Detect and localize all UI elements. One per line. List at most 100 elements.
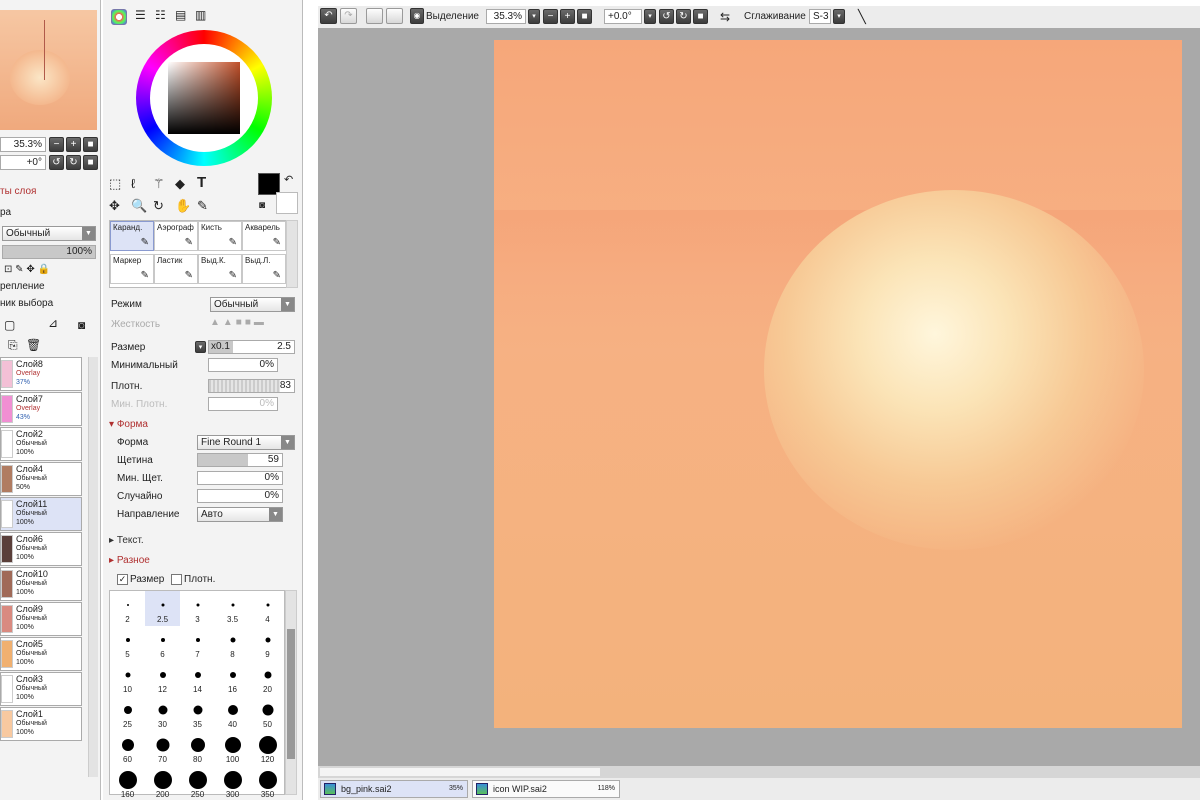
min-bristle-slider[interactable]: 0% <box>197 471 283 485</box>
smoothing-field[interactable]: S-3 <box>809 9 831 24</box>
hsv-sliders-icon[interactable]: ☷ <box>155 8 166 22</box>
document-tab[interactable]: bg_pink.sai2 35% <box>320 780 468 798</box>
color-sv-square[interactable] <box>168 62 240 134</box>
brush-size-cell[interactable]: 80 <box>180 731 215 766</box>
rect-select-icon[interactable]: ⬚ <box>109 176 121 192</box>
min-density-slider[interactable]: 0% <box>208 397 278 411</box>
brush-size-cell[interactable]: 3.5 <box>215 591 250 626</box>
layer-blend-dropdown[interactable]: Обычный ▼ <box>2 226 96 241</box>
invert-selection-button[interactable] <box>386 8 403 24</box>
rotate-view-icon[interactable]: ↻ <box>153 198 164 214</box>
brush-size-cell[interactable]: 70 <box>145 731 180 766</box>
rgb-sliders-icon[interactable]: ☰ <box>135 8 146 22</box>
brush-size-cell[interactable]: 50 <box>250 696 285 731</box>
form-dropdown[interactable]: Fine Round 1 ▼ <box>197 435 295 450</box>
layer-opacity-slider[interactable]: 100% <box>2 245 96 259</box>
size-slider[interactable]: x0.1 2.5 <box>208 340 295 354</box>
rotate-reset-button[interactable]: ■ <box>83 155 98 170</box>
toolbar-zoom-field[interactable]: 35.3% <box>486 9 526 24</box>
brush-tool-button[interactable]: Выд.К. ✎ <box>198 254 242 284</box>
document-tab[interactable]: icon WIP.sai2 118% <box>472 780 620 798</box>
bristle-slider[interactable]: 59 <box>197 453 283 467</box>
brush-size-cell[interactable]: 60 <box>110 731 145 766</box>
canvas-area[interactable] <box>318 28 1200 778</box>
toolbar-zoom-in-button[interactable]: + <box>560 9 575 24</box>
transparent-color-icon[interactable]: ◙ <box>259 200 265 211</box>
zoom-icon[interactable]: 🔍 <box>131 198 147 214</box>
brush-size-cell[interactable]: 300 <box>215 766 250 800</box>
layer-row[interactable]: Слой7 Overlay 43% <box>0 392 82 426</box>
layer-row[interactable]: Слой5 Обычный 100% <box>0 637 82 671</box>
brush-size-cell[interactable]: 5 <box>110 626 145 661</box>
toolbar-rotate-reset-button[interactable]: ■ <box>693 9 708 24</box>
brush-size-cell[interactable]: 2 <box>110 591 145 626</box>
navigator-angle-field[interactable]: +0° <box>0 155 46 170</box>
brush-tool-button[interactable]: Маркер ✎ <box>110 254 154 284</box>
swap-colors-icon[interactable]: ↶ <box>284 173 293 186</box>
deselect-button[interactable] <box>366 8 383 24</box>
layer-copy-icon[interactable]: ⎘ <box>8 338 18 353</box>
direction-dropdown[interactable]: Авто ▼ <box>197 507 283 522</box>
layer-folder-icon[interactable]: ⊿ <box>48 316 58 330</box>
form-section-header[interactable]: ▾ Форма <box>109 419 148 430</box>
zoom-reset-button[interactable]: ■ <box>83 137 98 152</box>
brush-tool-button[interactable]: Каранд. ✎ <box>110 221 154 251</box>
trash-icon[interactable]: 🗑 <box>26 338 41 352</box>
brush-size-cell[interactable]: 35 <box>180 696 215 731</box>
brush-tool-button[interactable]: Выд.Л. ✎ <box>242 254 286 284</box>
texture-section-header[interactable]: ▸ Текст. <box>109 535 144 546</box>
brush-size-cell[interactable]: 40 <box>215 696 250 731</box>
zoom-in-button[interactable]: + <box>66 137 81 152</box>
size-checkbox[interactable]: ✓ Размер <box>117 574 164 585</box>
brush-size-cell[interactable]: 25 <box>110 696 145 731</box>
layer-row[interactable]: Слой11 Обычный 100% <box>0 497 82 531</box>
selection-visibility-icon[interactable]: ◉ <box>410 8 424 24</box>
redo-button[interactable]: ↷ <box>340 8 357 24</box>
misc-section-header[interactable]: ▸ Разное <box>109 555 150 566</box>
smoothing-dropdown-arrow[interactable]: ▾ <box>833 9 845 24</box>
canvas-artwork[interactable] <box>494 40 1182 728</box>
brush-size-cell[interactable]: 9 <box>250 626 285 661</box>
toolbar-zoom-reset-button[interactable]: ■ <box>577 9 592 24</box>
mode-dropdown[interactable]: Обычный ▼ <box>210 297 295 312</box>
angle-dropdown-arrow[interactable]: ▾ <box>644 9 656 24</box>
rotate-right-button[interactable]: ↻ <box>66 155 81 170</box>
brush-tool-button[interactable]: Аэрограф ✎ <box>154 221 198 251</box>
scratchpad-icon[interactable]: ▥ <box>195 8 206 22</box>
navigator-zoom-field[interactable]: 35.3% <box>0 137 46 152</box>
secondary-color-swatch[interactable] <box>276 192 298 214</box>
density-slider[interactable]: 83 <box>208 379 295 393</box>
layer-row[interactable]: Слой1 Обычный 100% <box>0 707 82 741</box>
swatches-icon[interactable]: ▤ <box>175 8 186 22</box>
brush-size-cell[interactable]: 350 <box>250 766 285 800</box>
brush-size-cell[interactable]: 250 <box>180 766 215 800</box>
canvas-horizontal-scrollbar[interactable] <box>318 766 1200 778</box>
brush-tool-button[interactable]: Кисть ✎ <box>198 221 242 251</box>
eyedropper-icon[interactable]: ✎ <box>197 198 208 214</box>
brush-size-cell[interactable]: 7 <box>180 626 215 661</box>
brush-size-cell[interactable]: 30 <box>145 696 180 731</box>
brush-grid-scrollbar[interactable] <box>286 220 298 288</box>
brush-size-cell[interactable]: 4 <box>250 591 285 626</box>
layer-row[interactable]: Слой6 Обычный 100% <box>0 532 82 566</box>
zoom-dropdown-arrow[interactable]: ▾ <box>528 9 540 24</box>
brush-size-cell[interactable]: 2.5 <box>145 591 180 626</box>
brush-size-cell[interactable]: 6 <box>145 626 180 661</box>
toolbar-angle-field[interactable]: +0.0° <box>604 9 642 24</box>
layer-lock-icons[interactable]: ⊡ ✎ ✥ 🔒 <box>4 264 50 275</box>
shape-icon[interactable]: ◆ <box>175 176 185 192</box>
brush-size-cell[interactable]: 16 <box>215 661 250 696</box>
rotate-left-button[interactable]: ↺ <box>49 155 64 170</box>
layer-mask-icon[interactable]: ◙ <box>78 318 85 332</box>
text-tool-icon[interactable]: T <box>197 174 206 191</box>
brush-tool-button[interactable]: Акварель ✎ <box>242 221 286 251</box>
layer-row[interactable]: Слой3 Обычный 100% <box>0 672 82 706</box>
brush-size-cell[interactable]: 200 <box>145 766 180 800</box>
flip-horizontal-icon[interactable]: ⇆ <box>720 10 730 24</box>
size-mult-arrow[interactable]: ▾ <box>195 341 206 353</box>
undo-button[interactable]: ↶ <box>320 8 337 24</box>
move-icon[interactable]: ✥ <box>109 198 120 214</box>
layer-row[interactable]: Слой4 Обычный 50% <box>0 462 82 496</box>
clipping-checkbox-label[interactable]: реплениe <box>0 281 45 292</box>
lasso-icon[interactable]: ℓ <box>131 176 135 191</box>
